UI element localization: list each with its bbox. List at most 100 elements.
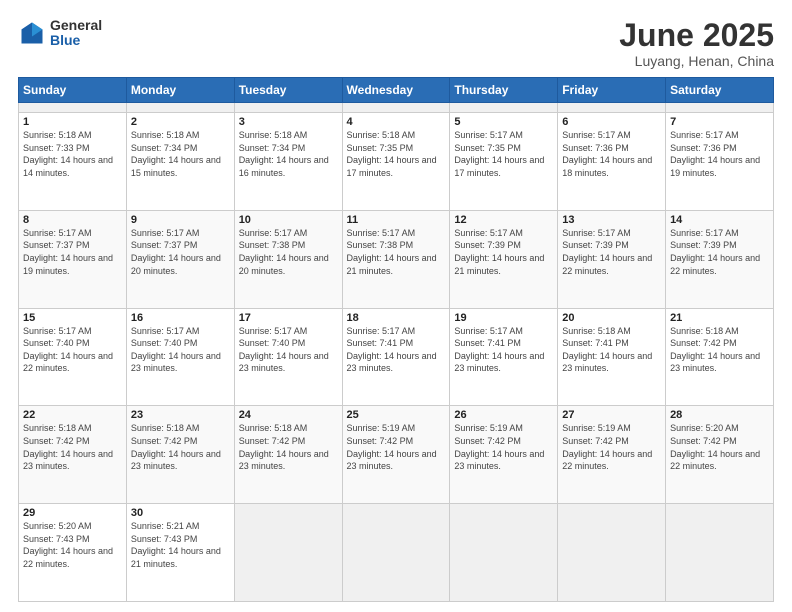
calendar-cell: 16Sunrise: 5:17 AMSunset: 7:40 PMDayligh… [126, 308, 234, 406]
calendar-cell: 6Sunrise: 5:17 AMSunset: 7:36 PMDaylight… [558, 112, 666, 210]
page: General Blue June 2025 Luyang, Henan, Ch… [0, 0, 792, 612]
day-number: 23 [131, 409, 230, 421]
calendar-cell: 1Sunrise: 5:18 AMSunset: 7:33 PMDaylight… [19, 112, 127, 210]
calendar-week-row: 22Sunrise: 5:18 AMSunset: 7:42 PMDayligh… [19, 406, 774, 504]
day-info: Sunrise: 5:18 AMSunset: 7:34 PMDaylight:… [239, 129, 338, 179]
calendar-cell: 18Sunrise: 5:17 AMSunset: 7:41 PMDayligh… [342, 308, 450, 406]
calendar-cell: 13Sunrise: 5:17 AMSunset: 7:39 PMDayligh… [558, 210, 666, 308]
day-info: Sunrise: 5:20 AMSunset: 7:43 PMDaylight:… [23, 520, 122, 570]
day-number: 5 [454, 116, 553, 128]
day-number: 15 [23, 312, 122, 324]
calendar-week-row: 15Sunrise: 5:17 AMSunset: 7:40 PMDayligh… [19, 308, 774, 406]
calendar-cell [234, 504, 342, 602]
day-info: Sunrise: 5:17 AMSunset: 7:37 PMDaylight:… [23, 227, 122, 277]
calendar-cell [558, 504, 666, 602]
calendar-cell: 11Sunrise: 5:17 AMSunset: 7:38 PMDayligh… [342, 210, 450, 308]
calendar-week-row [19, 103, 774, 113]
calendar-cell: 20Sunrise: 5:18 AMSunset: 7:41 PMDayligh… [558, 308, 666, 406]
col-wednesday: Wednesday [342, 78, 450, 103]
logo-general-text: General [50, 18, 102, 33]
day-number: 17 [239, 312, 338, 324]
day-info: Sunrise: 5:17 AMSunset: 7:39 PMDaylight:… [454, 227, 553, 277]
day-number: 13 [562, 214, 661, 226]
calendar-cell [558, 103, 666, 113]
day-info: Sunrise: 5:18 AMSunset: 7:35 PMDaylight:… [347, 129, 446, 179]
day-number: 24 [239, 409, 338, 421]
calendar-cell: 22Sunrise: 5:18 AMSunset: 7:42 PMDayligh… [19, 406, 127, 504]
calendar-cell: 29Sunrise: 5:20 AMSunset: 7:43 PMDayligh… [19, 504, 127, 602]
calendar-cell: 21Sunrise: 5:18 AMSunset: 7:42 PMDayligh… [666, 308, 774, 406]
calendar-cell [126, 103, 234, 113]
day-info: Sunrise: 5:19 AMSunset: 7:42 PMDaylight:… [562, 422, 661, 472]
day-number: 30 [131, 507, 230, 519]
day-info: Sunrise: 5:17 AMSunset: 7:37 PMDaylight:… [131, 227, 230, 277]
day-number: 16 [131, 312, 230, 324]
day-info: Sunrise: 5:18 AMSunset: 7:34 PMDaylight:… [131, 129, 230, 179]
day-info: Sunrise: 5:20 AMSunset: 7:42 PMDaylight:… [670, 422, 769, 472]
calendar-week-row: 1Sunrise: 5:18 AMSunset: 7:33 PMDaylight… [19, 112, 774, 210]
calendar-week-row: 29Sunrise: 5:20 AMSunset: 7:43 PMDayligh… [19, 504, 774, 602]
calendar-cell [19, 103, 127, 113]
day-info: Sunrise: 5:17 AMSunset: 7:39 PMDaylight:… [562, 227, 661, 277]
day-info: Sunrise: 5:18 AMSunset: 7:41 PMDaylight:… [562, 325, 661, 375]
calendar-cell: 2Sunrise: 5:18 AMSunset: 7:34 PMDaylight… [126, 112, 234, 210]
day-number: 7 [670, 116, 769, 128]
month-title: June 2025 [619, 18, 774, 53]
calendar-cell [450, 103, 558, 113]
day-info: Sunrise: 5:17 AMSunset: 7:41 PMDaylight:… [454, 325, 553, 375]
calendar-cell: 28Sunrise: 5:20 AMSunset: 7:42 PMDayligh… [666, 406, 774, 504]
day-number: 12 [454, 214, 553, 226]
logo-text: General Blue [50, 18, 102, 49]
col-friday: Friday [558, 78, 666, 103]
day-number: 28 [670, 409, 769, 421]
day-number: 18 [347, 312, 446, 324]
day-number: 4 [347, 116, 446, 128]
calendar-cell [234, 103, 342, 113]
calendar-cell: 25Sunrise: 5:19 AMSunset: 7:42 PMDayligh… [342, 406, 450, 504]
calendar-cell: 26Sunrise: 5:19 AMSunset: 7:42 PMDayligh… [450, 406, 558, 504]
day-info: Sunrise: 5:18 AMSunset: 7:42 PMDaylight:… [239, 422, 338, 472]
calendar-cell: 12Sunrise: 5:17 AMSunset: 7:39 PMDayligh… [450, 210, 558, 308]
calendar-cell [342, 504, 450, 602]
calendar-cell: 10Sunrise: 5:17 AMSunset: 7:38 PMDayligh… [234, 210, 342, 308]
logo-blue-text: Blue [50, 33, 102, 48]
day-number: 27 [562, 409, 661, 421]
col-saturday: Saturday [666, 78, 774, 103]
day-info: Sunrise: 5:17 AMSunset: 7:40 PMDaylight:… [239, 325, 338, 375]
day-number: 14 [670, 214, 769, 226]
calendar-cell: 8Sunrise: 5:17 AMSunset: 7:37 PMDaylight… [19, 210, 127, 308]
day-info: Sunrise: 5:18 AMSunset: 7:42 PMDaylight:… [670, 325, 769, 375]
day-number: 26 [454, 409, 553, 421]
day-number: 10 [239, 214, 338, 226]
day-info: Sunrise: 5:17 AMSunset: 7:38 PMDaylight:… [347, 227, 446, 277]
day-info: Sunrise: 5:19 AMSunset: 7:42 PMDaylight:… [454, 422, 553, 472]
col-thursday: Thursday [450, 78, 558, 103]
calendar-cell: 14Sunrise: 5:17 AMSunset: 7:39 PMDayligh… [666, 210, 774, 308]
calendar-cell: 23Sunrise: 5:18 AMSunset: 7:42 PMDayligh… [126, 406, 234, 504]
day-number: 1 [23, 116, 122, 128]
day-info: Sunrise: 5:18 AMSunset: 7:42 PMDaylight:… [23, 422, 122, 472]
day-info: Sunrise: 5:21 AMSunset: 7:43 PMDaylight:… [131, 520, 230, 570]
day-number: 2 [131, 116, 230, 128]
day-number: 8 [23, 214, 122, 226]
col-monday: Monday [126, 78, 234, 103]
calendar-cell: 24Sunrise: 5:18 AMSunset: 7:42 PMDayligh… [234, 406, 342, 504]
day-number: 11 [347, 214, 446, 226]
day-info: Sunrise: 5:17 AMSunset: 7:35 PMDaylight:… [454, 129, 553, 179]
calendar-cell [342, 103, 450, 113]
logo: General Blue [18, 18, 102, 49]
day-number: 29 [23, 507, 122, 519]
calendar-cell: 17Sunrise: 5:17 AMSunset: 7:40 PMDayligh… [234, 308, 342, 406]
day-number: 22 [23, 409, 122, 421]
location: Luyang, Henan, China [619, 53, 774, 69]
calendar-cell [666, 504, 774, 602]
day-info: Sunrise: 5:17 AMSunset: 7:36 PMDaylight:… [670, 129, 769, 179]
calendar-cell [666, 103, 774, 113]
calendar-cell: 5Sunrise: 5:17 AMSunset: 7:35 PMDaylight… [450, 112, 558, 210]
day-number: 20 [562, 312, 661, 324]
day-number: 19 [454, 312, 553, 324]
day-info: Sunrise: 5:17 AMSunset: 7:39 PMDaylight:… [670, 227, 769, 277]
day-info: Sunrise: 5:17 AMSunset: 7:40 PMDaylight:… [23, 325, 122, 375]
day-number: 25 [347, 409, 446, 421]
day-info: Sunrise: 5:17 AMSunset: 7:41 PMDaylight:… [347, 325, 446, 375]
